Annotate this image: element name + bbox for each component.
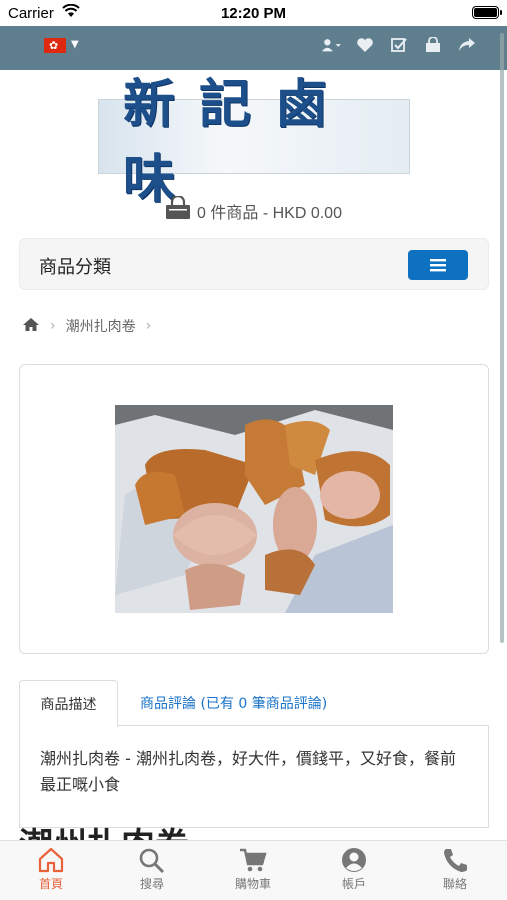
bottom-tab-bar: 首頁 搜尋 購物車 帳戶 聯絡 — [0, 840, 507, 900]
tab-search[interactable]: 搜尋 — [117, 847, 187, 892]
description-panel: 潮州扎肉卷 - 潮州扎肉卷，好大件，價錢平，又好食，餐前最正嘅小食 — [19, 726, 489, 828]
status-bar: Carrier 12:20 PM — [0, 0, 507, 26]
category-bar: 商品分類 — [19, 238, 489, 290]
shopping-bag-icon[interactable] — [423, 34, 443, 56]
breadcrumb: › 潮州扎肉卷 › — [22, 316, 151, 336]
hk-flag-icon[interactable] — [44, 38, 66, 53]
store-logo[interactable]: 新記鹵味 — [98, 74, 410, 210]
tab-contact[interactable]: 聯絡 — [420, 847, 490, 892]
user-icon[interactable] — [321, 34, 341, 56]
home-icon[interactable] — [22, 317, 40, 336]
checklist-icon[interactable] — [389, 34, 409, 56]
category-label: 商品分類 — [39, 257, 111, 278]
tab-account[interactable]: 帳戶 — [319, 847, 389, 892]
tab-label: 購物車 — [234, 877, 271, 891]
product-photo[interactable] — [115, 405, 393, 613]
account-icon — [342, 848, 366, 872]
share-icon[interactable] — [457, 34, 477, 56]
chevron-right-icon: › — [50, 318, 56, 334]
phone-icon — [444, 849, 467, 872]
cart-summary[interactable]: 0 件商品 - HKD 0.00 — [0, 194, 507, 225]
breadcrumb-item[interactable]: 潮州扎肉卷 — [66, 316, 136, 336]
product-description: 潮州扎肉卷 - 潮州扎肉卷，好大件，價錢平，又好食，餐前最正嘅小食 — [40, 749, 456, 794]
cart-icon — [240, 848, 267, 872]
chevron-down-icon[interactable]: ▼ — [71, 39, 79, 50]
product-tabs: 商品描述 商品評論 (已有 0 筆商品評論) — [19, 680, 489, 727]
top-icons — [321, 34, 477, 56]
tab-label: 首頁 — [38, 877, 63, 891]
battery-icon — [472, 6, 502, 19]
tab-label: 搜尋 — [139, 877, 164, 891]
scrollbar[interactable] — [500, 33, 504, 643]
tab-label: 聯絡 — [442, 877, 467, 891]
clock: 12:20 PM — [220, 5, 287, 22]
home-icon — [38, 847, 64, 873]
shopping-bag-icon — [165, 194, 191, 225]
heart-icon[interactable] — [355, 34, 375, 56]
tab-cart[interactable]: 購物車 — [218, 847, 288, 892]
category-menu-button[interactable] — [408, 250, 468, 280]
chevron-right-icon: › — [145, 318, 152, 334]
tab-home[interactable]: 首頁 — [16, 847, 86, 892]
product-image-box — [19, 364, 489, 654]
tab-reviews[interactable]: 商品評論 (已有 0 筆商品評論) — [140, 680, 327, 726]
tab-description[interactable]: 商品描述 — [19, 680, 118, 727]
hamburger-icon — [430, 259, 446, 272]
logo-text: 新記鹵味 — [123, 73, 352, 210]
search-icon — [139, 848, 165, 873]
tab-label: 帳戶 — [341, 877, 366, 891]
cart-summary-text: 0 件商品 - HKD 0.00 — [197, 204, 342, 222]
